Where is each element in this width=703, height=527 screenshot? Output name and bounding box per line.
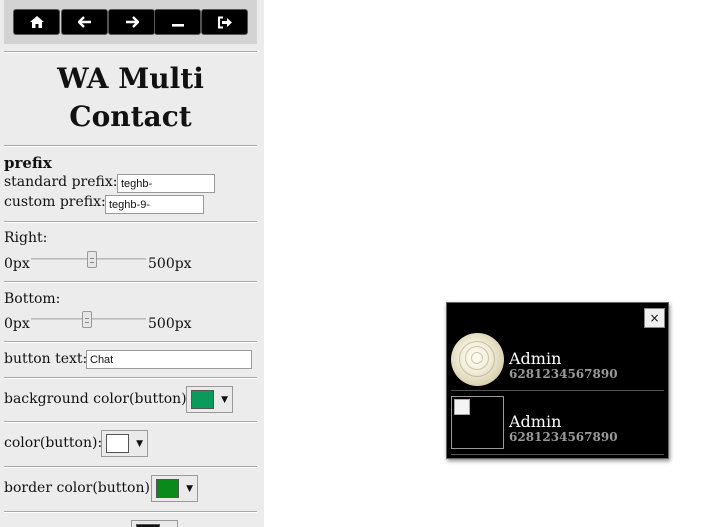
arrow-right-icon [125,16,139,28]
contact-name: Admin [509,349,562,368]
chevron-down-icon: ▼ [136,438,143,449]
divider [4,281,257,283]
button-text-label: button text: [4,351,88,367]
divider [4,51,257,53]
next-color-picker[interactable] [131,520,178,527]
contact-item[interactable]: Admin 6281234567890 [451,333,664,389]
bottom-label: Bottom: [4,291,61,307]
page-title: WA Multi Contact [57,62,204,133]
right-min-label: 0px [4,256,30,272]
border-color-label: border color(button): [4,480,155,496]
avatar [451,396,504,449]
bg-color-picker[interactable]: ▼ [186,386,233,413]
text-color-label: color(button): [4,435,103,451]
contact-number: 6281234567890 [509,430,618,444]
divider [451,454,664,455]
sign-out-icon [217,16,233,29]
divider [4,511,257,513]
chevron-down-icon: ▼ [221,394,228,405]
bottom-slider-handle[interactable] [82,311,93,328]
minimize-button[interactable] [154,9,201,35]
toolbar [4,0,257,44]
minimize-icon [171,16,185,28]
contact-item[interactable]: Admin 6281234567890 [451,396,664,452]
custom-prefix-input[interactable] [105,195,204,214]
chat-popup: × Admin 6281234567890 Admin 628123456789… [446,302,669,459]
right-label: Right: [4,230,48,246]
divider [4,466,257,468]
contact-name: Admin [509,412,562,431]
divider [4,377,257,379]
color-swatch [156,479,180,498]
avatar [451,333,504,386]
divider [4,341,257,343]
broken-image-icon [454,399,470,415]
bg-color-label: background color(button): [4,391,192,407]
home-icon [29,15,45,29]
sign-out-button[interactable] [201,9,248,35]
arrow-left-icon [77,16,92,28]
contact-number: 6281234567890 [509,367,618,381]
border-color-picker[interactable]: ▼ [151,475,198,502]
close-icon: × [649,311,660,325]
right-max-label: 500px [148,256,192,272]
divider [451,390,664,391]
bottom-min-label: 0px [4,316,30,332]
bottom-max-label: 500px [148,316,192,332]
text-color-picker[interactable]: ▼ [101,430,148,457]
forward-button[interactable] [108,9,155,35]
divider [4,221,257,223]
chevron-down-icon: ▼ [186,483,193,494]
right-slider-handle[interactable] [86,251,97,268]
color-swatch [191,390,215,409]
back-button[interactable] [61,9,108,35]
button-text-input[interactable] [86,350,252,369]
standard-prefix-input[interactable] [117,174,215,193]
custom-prefix-label: custom prefix: [4,194,106,210]
color-swatch [106,434,130,453]
divider [4,421,257,423]
prefix-heading: prefix [4,154,52,172]
divider [4,145,257,147]
standard-prefix-label: standard prefix: [4,174,118,190]
settings-sidebar: WA Multi Contact prefix standard prefix:… [0,0,264,527]
home-button[interactable] [13,9,60,35]
close-button[interactable]: × [644,308,665,328]
